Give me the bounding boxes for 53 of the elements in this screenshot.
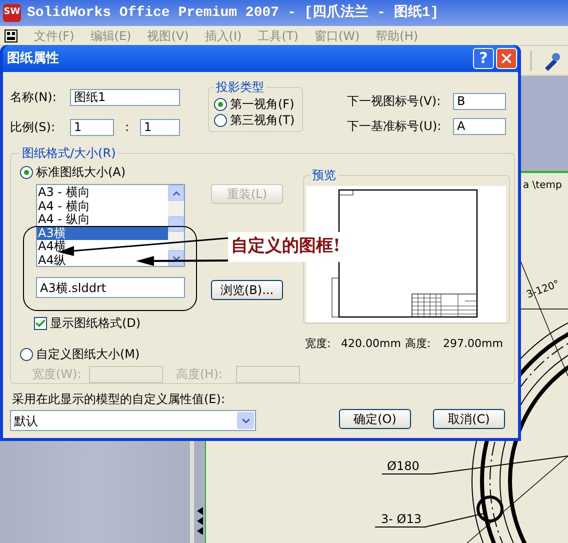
next-view-label: 下一视图标号(V): bbox=[347, 93, 442, 110]
close-icon bbox=[499, 51, 514, 66]
app-title: SolidWorks Office Premium 2007 - [四爪法兰 - 图纸1] bbox=[27, 3, 439, 22]
dialog-title: 图纸属性 bbox=[7, 50, 60, 68]
width-label: 宽度(W): bbox=[32, 366, 82, 383]
list-item[interactable]: A3 - 横向 bbox=[37, 186, 92, 200]
property-dropdown[interactable]: 默认 bbox=[10, 410, 256, 431]
radio-button[interactable] bbox=[20, 348, 33, 360]
scale-field[interactable]: 1 bbox=[140, 118, 180, 136]
scale-separator: : bbox=[124, 119, 130, 136]
cancel-button[interactable]: 取消(C) bbox=[433, 408, 505, 428]
radio-button[interactable] bbox=[20, 166, 33, 178]
file-field[interactable]: A3横.slddrt bbox=[36, 277, 185, 298]
height-value: 297.00mm bbox=[443, 336, 503, 352]
dimension-label: 3- Ø13 bbox=[381, 512, 422, 526]
radio-button[interactable] bbox=[214, 98, 227, 110]
preview-legend: 预览 bbox=[310, 166, 338, 184]
checkbox-label: 显示图纸格式(D) bbox=[50, 315, 141, 332]
radio-button[interactable] bbox=[214, 114, 227, 126]
radio-label: 自定义图纸大小(M) bbox=[36, 346, 140, 363]
radio-label: 第一视角(F) bbox=[230, 96, 294, 113]
next-view-field[interactable]: B bbox=[453, 92, 506, 110]
name-field[interactable]: 图纸1 bbox=[70, 88, 180, 106]
width-value: 420.00mm bbox=[341, 336, 402, 352]
browse-button[interactable]: 浏览(B)... bbox=[211, 280, 283, 300]
scale-field[interactable]: 1 bbox=[70, 118, 114, 136]
help-button[interactable]: ? bbox=[473, 48, 494, 69]
projection-legend: 投影类型 bbox=[214, 78, 266, 96]
checkbox[interactable] bbox=[34, 316, 47, 330]
path-text: a \temp bbox=[523, 180, 562, 191]
scale-label: 比例(S): bbox=[10, 119, 56, 136]
radio-label: 标准图纸大小(A) bbox=[36, 164, 126, 181]
name-label: 名称(N): bbox=[10, 89, 58, 106]
list-item[interactable]: A4 - 横向 bbox=[37, 200, 92, 213]
width-caption: 宽度: bbox=[305, 336, 332, 352]
radio-label: 第三视角(T) bbox=[230, 112, 295, 129]
next-datum-field[interactable]: A bbox=[453, 118, 506, 134]
dimension-label: Ø180 bbox=[387, 459, 420, 473]
list-item[interactable]: A4横 bbox=[37, 240, 68, 254]
list-item[interactable]: A4 - 纵向 bbox=[37, 213, 92, 226]
list-item[interactable]: A4纵 bbox=[37, 254, 68, 267]
scroll-thumb[interactable] bbox=[168, 216, 184, 232]
list-item[interactable]: A3横 bbox=[37, 226, 168, 240]
property-label: 采用在此显示的模型的自定义属性值(E): bbox=[12, 391, 226, 408]
format-legend: 图纸格式/大小(R) bbox=[20, 144, 118, 162]
height-label: 高度(H): bbox=[176, 366, 224, 383]
logo-icon: SW bbox=[3, 4, 21, 22]
scrollbar[interactable] bbox=[168, 185, 184, 266]
ok-button[interactable]: 确定(O) bbox=[339, 408, 411, 428]
height-caption: 高度: bbox=[405, 336, 432, 352]
close-button[interactable] bbox=[496, 48, 517, 69]
grid-icon[interactable] bbox=[4, 28, 18, 42]
next-datum-label: 下一基准标号(U): bbox=[347, 118, 442, 135]
